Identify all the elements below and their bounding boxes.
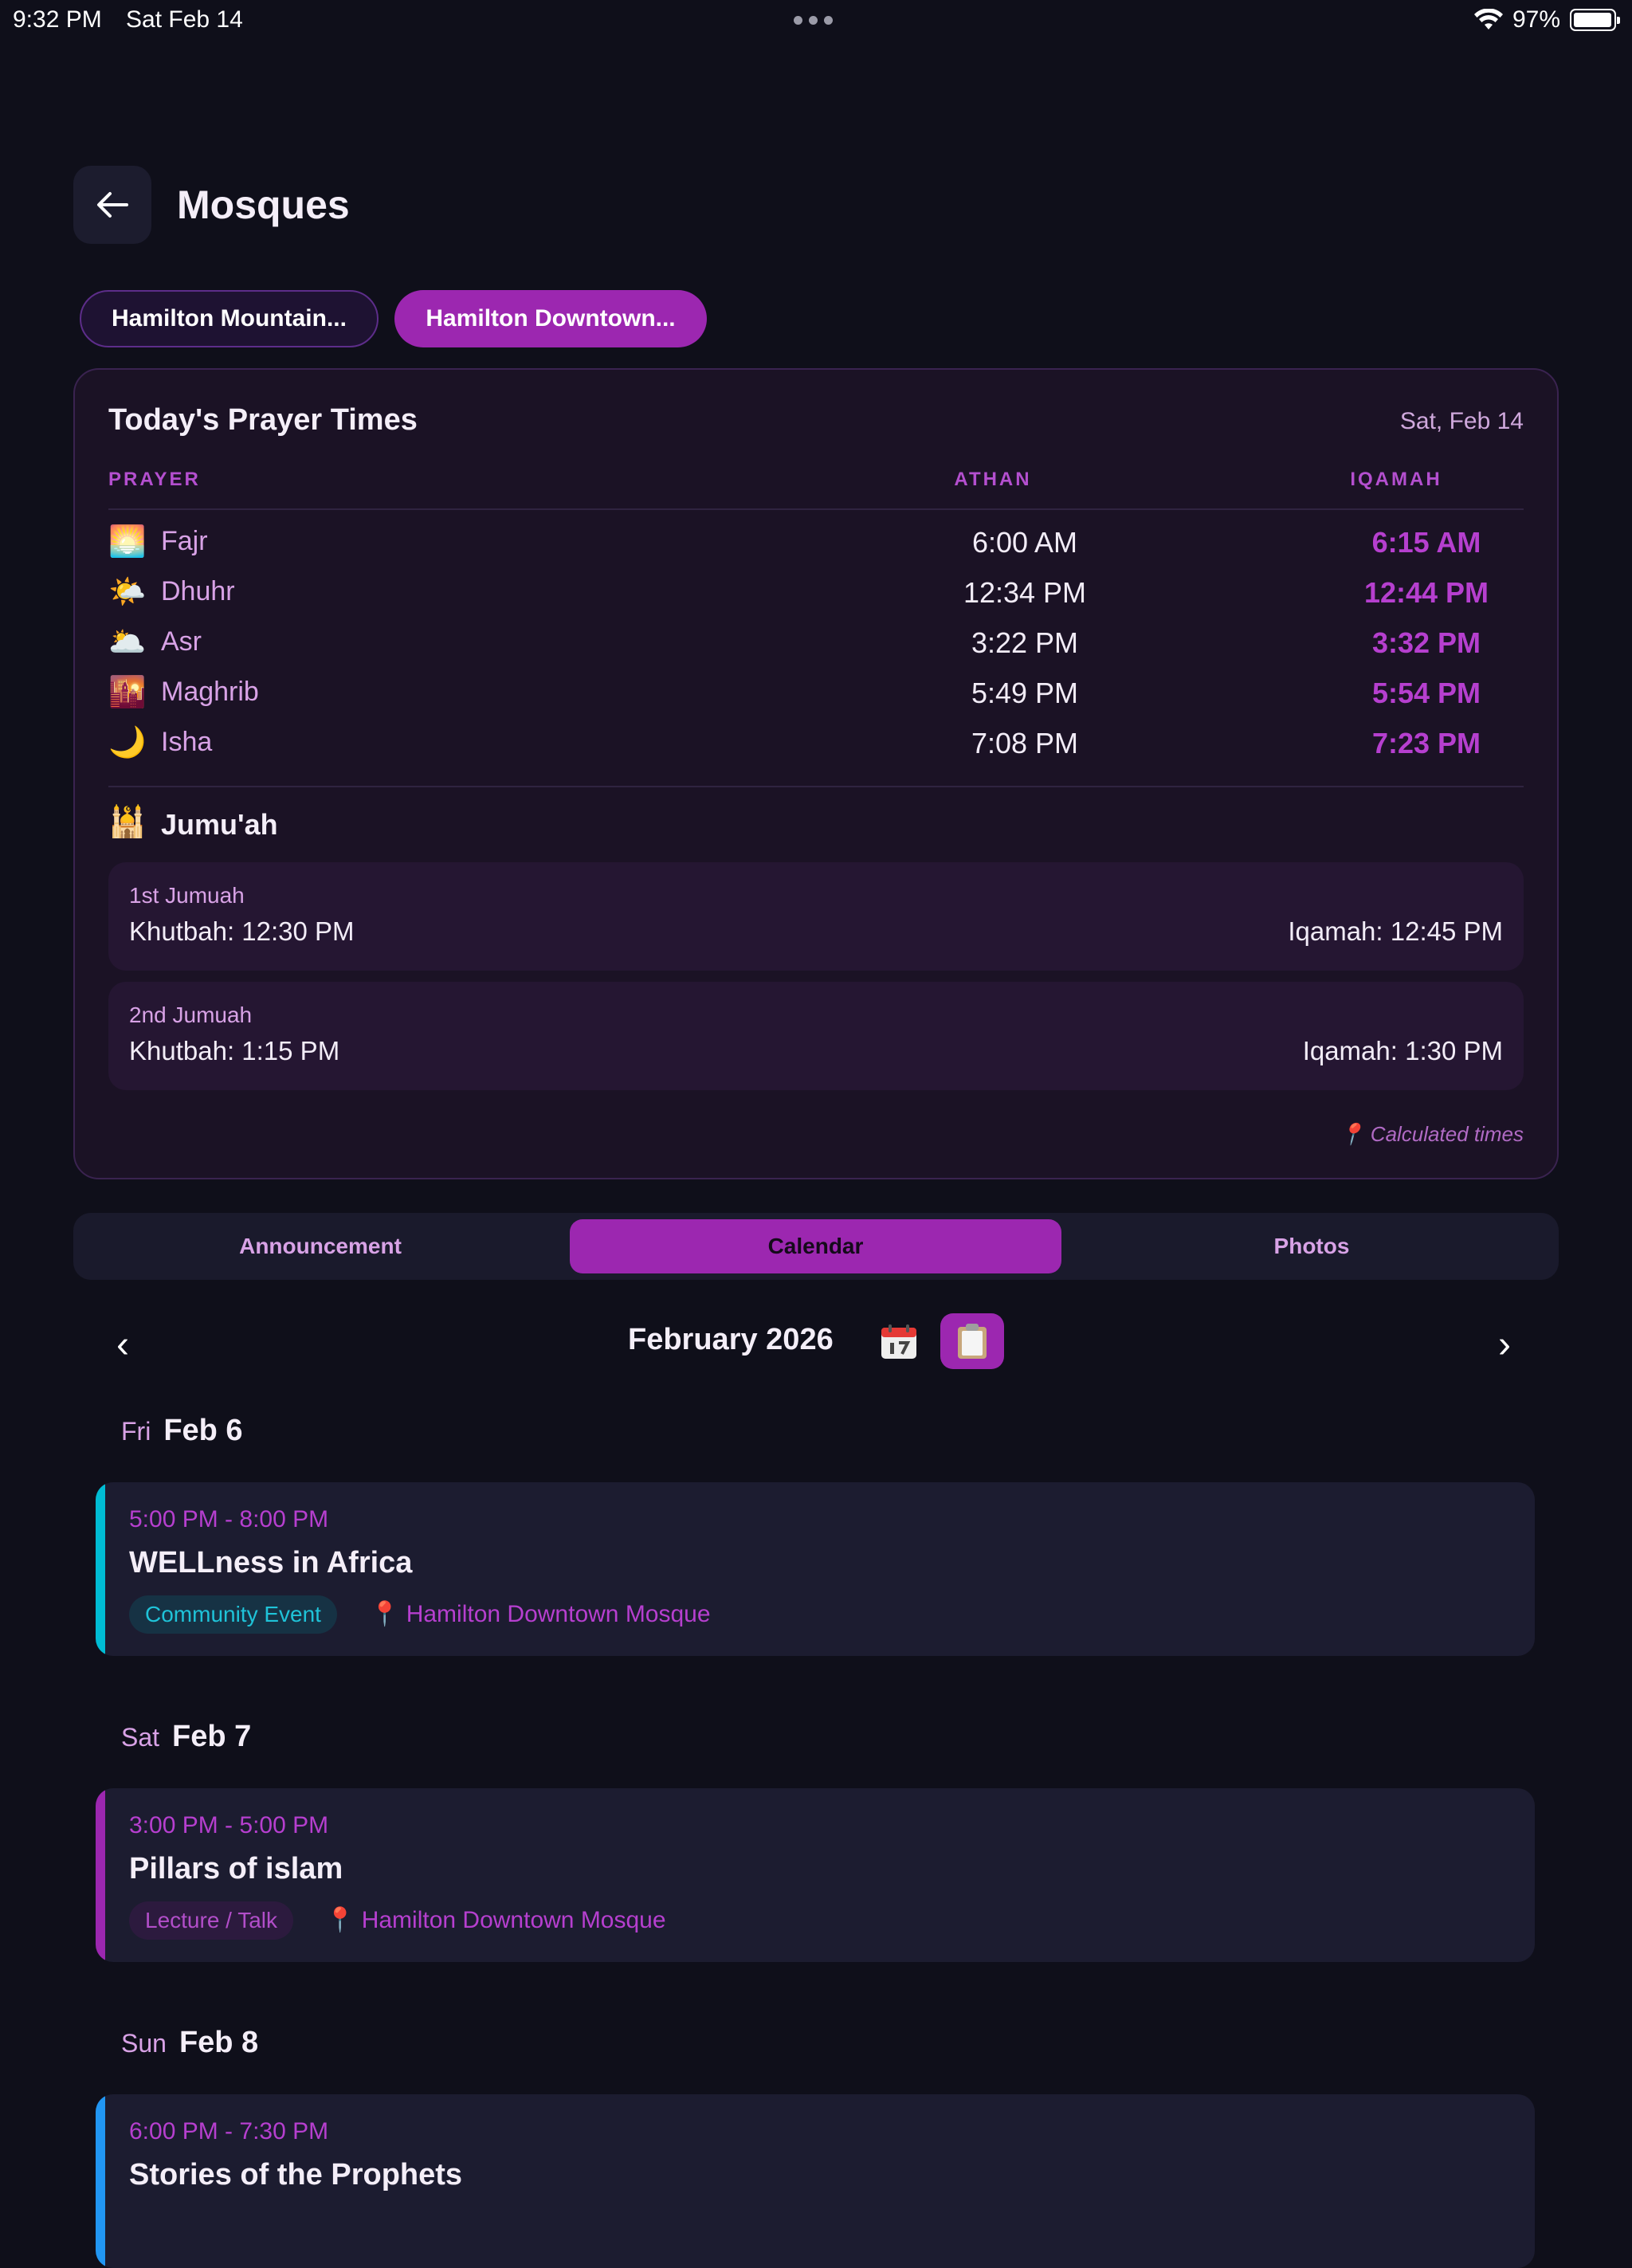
day-date: Feb 7 (172, 1720, 252, 1753)
month-label: February 2026 (628, 1323, 834, 1356)
event-location-label: Hamilton Downtown Mosque (406, 1601, 711, 1627)
sunset-icon: 🌇 (108, 676, 147, 709)
event-color-bar (96, 1482, 105, 1656)
athan-time: 3:22 PM (971, 626, 1079, 659)
prayer-times-card: Today's Prayer Times Sat, Feb 14 PRAYER … (73, 368, 1559, 1179)
iqamah-time: 5:54 PM (1371, 677, 1481, 709)
athan-time: 12:34 PM (963, 576, 1087, 609)
divider (108, 508, 1524, 510)
back-button[interactable] (73, 166, 151, 244)
jumuah-session: 2nd Jumuah Khutbah: 1:15 PM Iqamah: 1:30… (108, 982, 1524, 1090)
column-header-prayer: PRAYER (108, 469, 201, 490)
jumuah-label: 1st Jumuah (129, 883, 245, 908)
prayer-row-isha: 🌙 Isha 7:08 PM 7:23 PM (108, 719, 1524, 767)
card-title: Today's Prayer Times (108, 403, 418, 437)
event-category-badge: Community Event (129, 1595, 337, 1634)
sun-cloud-icon: 🌤️ (108, 575, 147, 609)
iqamah-time: 7:23 PM (1371, 727, 1481, 759)
map-pin-icon: 📍 (1339, 1122, 1365, 1146)
calculated-times-note: 📍 Calculated times (1339, 1122, 1524, 1147)
page-title: Mosques (177, 182, 350, 227)
battery-percent: 97% (1512, 6, 1560, 33)
day-header: Sun Feb 8 (121, 2026, 258, 2066)
mosque-chip-hamilton-downtown[interactable]: Hamilton Downtown... (394, 290, 707, 347)
athan-time: 5:49 PM (971, 677, 1079, 709)
mosque-icon: 🕌 (108, 806, 147, 839)
sunrise-icon: 🌅 (108, 525, 147, 559)
event-color-bar (96, 2094, 105, 2268)
calendar-icon (881, 1324, 916, 1359)
list-view-button[interactable] (940, 1313, 1004, 1369)
status-date: Sat Feb 14 (126, 6, 243, 33)
event-location: 📍 Hamilton Downtown Mosque (370, 1600, 711, 1628)
tab-announcement[interactable]: Announcement (73, 1219, 567, 1273)
prayer-row-dhuhr: 🌤️ Dhuhr 12:34 PM 12:44 PM (108, 568, 1524, 616)
divider (108, 786, 1524, 787)
next-month-button[interactable]: › (1498, 1323, 1511, 1367)
map-pin-icon: 📍 (370, 1601, 400, 1627)
iqamah-time: 6:15 AM (1371, 526, 1481, 559)
event-time: 6:00 PM - 7:30 PM (129, 2118, 329, 2144)
status-bar: 9:32 PM Sat Feb 14 97% (0, 0, 1632, 40)
day-of-week: Sun (121, 2029, 167, 2058)
map-pin-icon: 📍 (325, 1907, 355, 1933)
khutbah-time: Khutbah: 12:30 PM (129, 916, 355, 946)
jumuah-label: 2nd Jumuah (129, 1003, 253, 1027)
cloud-sun-icon: 🌥️ (108, 626, 147, 659)
event-location: 📍 Hamilton Downtown Mosque (325, 1906, 666, 1934)
event-card[interactable]: 6:00 PM - 7:30 PM Stories of the Prophet… (96, 2094, 1535, 2268)
jumuah-iqamah-time: Iqamah: 12:45 PM (1288, 916, 1503, 946)
athan-time: 7:08 PM (971, 727, 1079, 759)
status-time: 9:32 PM (13, 6, 102, 33)
prayer-name: Isha (161, 727, 213, 757)
previous-month-button[interactable]: ‹ (116, 1323, 129, 1367)
event-time: 5:00 PM - 8:00 PM (129, 1506, 329, 1532)
prayer-row-maghrib: 🌇 Maghrib 5:49 PM 5:54 PM (108, 669, 1524, 716)
calendar-view-button[interactable] (873, 1316, 924, 1367)
event-time: 3:00 PM - 5:00 PM (129, 1812, 329, 1838)
athan-time: 6:00 AM (971, 526, 1078, 559)
event-category-badge: Lecture / Talk (129, 1901, 294, 1940)
calculated-times-label: Calculated times (1370, 1122, 1524, 1146)
event-title: Stories of the Prophets (129, 2158, 463, 2191)
jumuah-session: 1st Jumuah Khutbah: 12:30 PM Iqamah: 12:… (108, 862, 1524, 971)
multitasking-dots-icon[interactable] (794, 16, 833, 25)
crescent-moon-icon: 🌙 (108, 726, 147, 759)
day-of-week: Sat (121, 1723, 160, 1752)
khutbah-time: Khutbah: 1:15 PM (129, 1036, 340, 1065)
tab-calendar[interactable]: Calendar (570, 1219, 1061, 1273)
event-color-bar (96, 1788, 105, 1962)
prayer-name: Fajr (161, 526, 208, 556)
tab-photos[interactable]: Photos (1065, 1219, 1559, 1273)
prayer-name: Maghrib (161, 677, 259, 707)
event-title: Pillars of islam (129, 1852, 343, 1885)
column-header-athan: ATHAN (954, 469, 1032, 490)
event-card[interactable]: 5:00 PM - 8:00 PM WELLness in Africa Com… (96, 1482, 1535, 1656)
status-indicators: 97% (1473, 6, 1620, 33)
jumuah-title: Jumu'ah (161, 808, 278, 841)
day-date: Feb 6 (163, 1414, 243, 1447)
prayer-name: Dhuhr (161, 576, 235, 606)
prayer-row-asr: 🌥️ Asr 3:22 PM 3:32 PM (108, 618, 1524, 666)
column-header-iqamah: IQAMAH (1350, 469, 1442, 490)
tab-bar: Announcement Calendar Photos (73, 1213, 1559, 1280)
event-location-label: Hamilton Downtown Mosque (361, 1907, 666, 1933)
mosque-chip-hamilton-mountain[interactable]: Hamilton Mountain... (80, 290, 379, 347)
clipboard-icon (958, 1324, 987, 1359)
day-date: Feb 8 (178, 2026, 259, 2059)
event-title: WELLness in Africa (129, 1546, 413, 1579)
battery-icon (1570, 9, 1620, 31)
jumuah-iqamah-time: Iqamah: 1:30 PM (1302, 1036, 1503, 1065)
arrow-left-icon (97, 192, 128, 218)
day-header: Sat Feb 7 (121, 1720, 251, 1760)
iqamah-time: 12:44 PM (1363, 576, 1489, 609)
day-header: Fri Feb 6 (121, 1414, 243, 1454)
prayer-row-fajr: 🌅 Fajr 6:00 AM 6:15 AM (108, 518, 1524, 566)
prayer-name: Asr (161, 626, 202, 657)
iqamah-time: 3:32 PM (1371, 626, 1481, 659)
card-date: Sat, Feb 14 (1399, 408, 1524, 434)
event-card[interactable]: 3:00 PM - 5:00 PM Pillars of islam Lectu… (96, 1788, 1535, 1962)
day-of-week: Fri (121, 1417, 151, 1446)
wifi-icon (1473, 9, 1503, 29)
